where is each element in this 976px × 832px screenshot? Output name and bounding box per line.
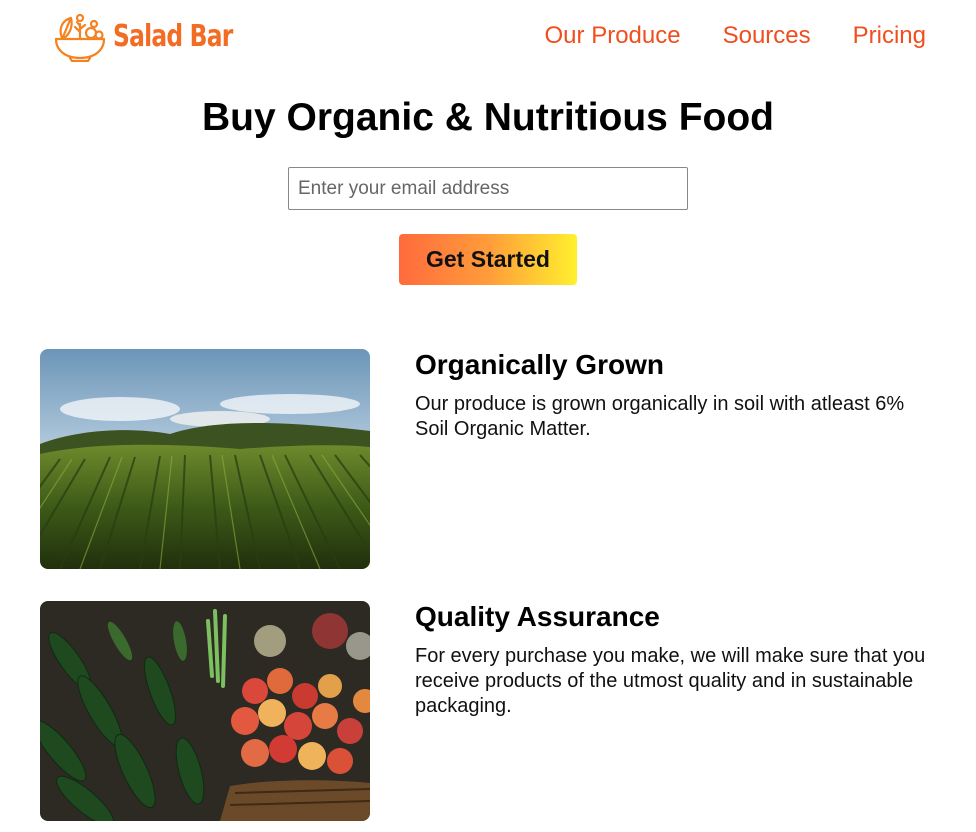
site-header: Salad Bar Our Produce Sources Pricing [0,0,976,80]
vegetable-market-photo [40,601,370,821]
nav-link-our-produce[interactable]: Our Produce [545,22,681,50]
feature-description: For every purchase you make, we will mak… [415,645,926,717]
nav-link-pricing[interactable]: Pricing [853,22,926,50]
salad-bowl-icon [54,13,106,62]
feature-title: Organically Grown [415,349,664,380]
feature-title: Quality Assurance [415,601,660,632]
brand-logo[interactable]: Salad Bar [53,10,266,62]
farm-field-photo [40,349,370,569]
nav-link-sources[interactable]: Sources [723,22,811,50]
brand-name: Salad Bar [113,18,233,54]
get-started-button[interactable]: Get Started [399,234,577,285]
feature-organically-grown: Organically Grown Our produce is grown o… [40,349,940,569]
main-nav: Our Produce Sources Pricing [545,22,926,50]
feature-description: Our produce is grown organically in soil… [415,393,905,440]
hero-title: Buy Organic & Nutritious Food [202,96,774,139]
feature-quality-assurance: Quality Assurance For every purchase you… [40,601,940,821]
email-input[interactable] [288,167,688,210]
